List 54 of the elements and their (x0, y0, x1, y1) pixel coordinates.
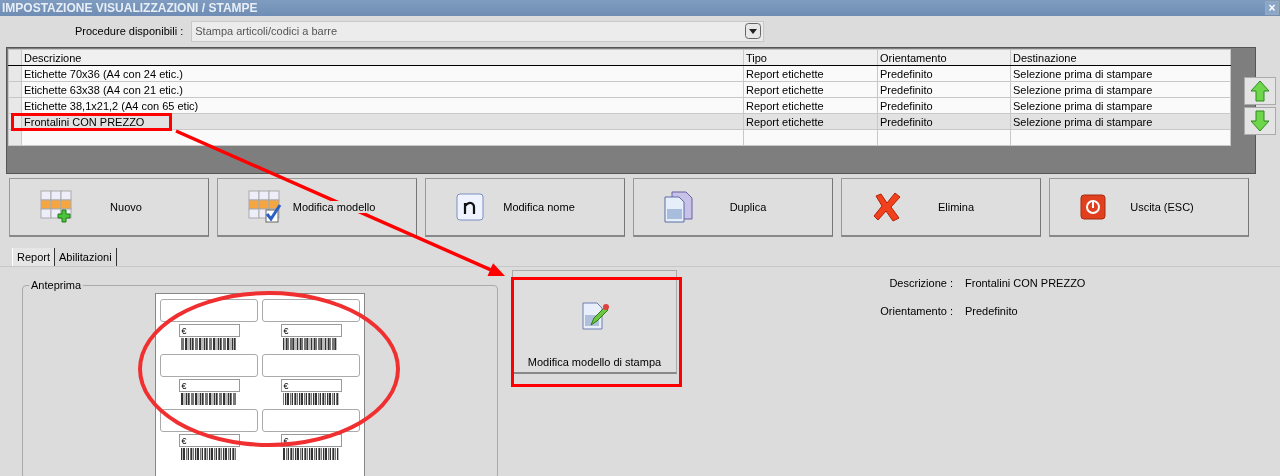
table-cell: Selezione prima di stampare (1010, 65, 1231, 82)
field-value: Predefinito (965, 305, 1018, 317)
toolbar-button[interactable]: Nuovo (9, 178, 209, 237)
price-box: € (280, 324, 342, 337)
edit-document-icon (580, 301, 609, 331)
price-box: € (280, 379, 342, 392)
toolbar-button[interactable]: Elimina (841, 178, 1041, 237)
column-header[interactable]: Tipo (743, 49, 878, 66)
tab[interactable]: Report (12, 248, 56, 266)
table-cell: Report etichette (743, 113, 878, 130)
barcode-drawing (180, 448, 238, 460)
window-title: IMPOSTAZIONE VISUALIZZAZIONI / STAMPE (1, 1, 258, 15)
move-down-button[interactable] (1244, 107, 1276, 135)
field-label: Procedure disponibili : (75, 25, 184, 37)
barcode-drawing (180, 393, 238, 405)
cross-icon (872, 192, 902, 222)
price-box: € (178, 434, 240, 447)
table-cell: Selezione prima di stampare (1010, 81, 1231, 98)
grid-plus-icon (40, 190, 74, 224)
group-title: Anteprima (30, 279, 83, 291)
toolbar-button[interactable]: Uscita (ESC) (1049, 178, 1249, 237)
price-box: € (178, 379, 240, 392)
table-cell: Predefinito (877, 81, 1011, 98)
toolbar-button[interactable]: Modifica modello (217, 178, 417, 237)
table-cell: Predefinito (877, 97, 1011, 114)
letter-tile-icon (456, 193, 484, 221)
grid-check-icon (248, 190, 282, 224)
barcode-drawing (282, 393, 340, 405)
procedure-dropdown[interactable]: Stampa articoli/codici a barre (191, 20, 765, 42)
column-header[interactable]: Orientamento (877, 49, 1011, 66)
table-cell: Etichette 63x38 (A4 con 21 etic.) (21, 81, 744, 98)
column-header[interactable]: Destinazione (1010, 49, 1231, 66)
table-cell: Etichette 70x36 (A4 con 24 etic.) (21, 65, 744, 82)
table-cell: Predefinito (877, 113, 1011, 130)
toolbar-button[interactable]: Duplica (633, 178, 833, 237)
barcode-drawing (180, 338, 238, 350)
tab[interactable]: Abilitazioni (55, 248, 117, 266)
field-value: Frontalini CON PREZZO (965, 277, 1086, 289)
table-cell: Report etichette (743, 81, 878, 98)
price-box: € (178, 324, 240, 337)
move-up-button[interactable] (1244, 77, 1276, 105)
copy-documents-icon (664, 191, 694, 223)
table-cell: Selezione prima di stampare (1010, 97, 1231, 114)
edit-print-model-button[interactable]: Modifica modello di stampa (512, 270, 677, 374)
barcode-drawing (282, 448, 340, 460)
table-cell: Selezione prima di stampare (1010, 113, 1231, 130)
column-header[interactable]: Descrizione (21, 49, 744, 66)
table-cell: Report etichette (743, 97, 878, 114)
toolbar-button[interactable]: Modifica nome (425, 178, 625, 237)
field-label: Orientamento : (879, 305, 953, 317)
table-cell: Report etichette (743, 65, 878, 82)
power-icon (1080, 194, 1106, 220)
table-cell: Predefinito (877, 65, 1011, 82)
field-label: Descrizione : (888, 277, 953, 289)
